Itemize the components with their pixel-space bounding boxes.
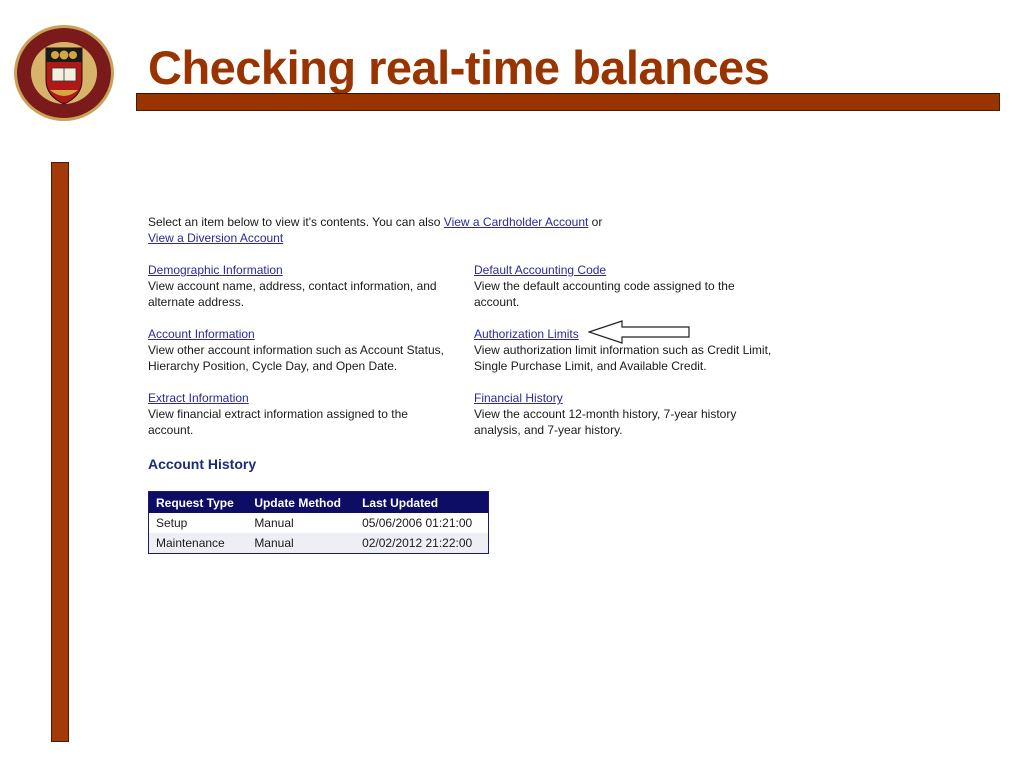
menu-item-financial-history: Financial History View the account 12-mo…	[474, 390, 770, 438]
left-accent-bar	[51, 162, 69, 742]
update-method-cell: Manual	[254, 516, 294, 530]
menu-item-extract-information: Extract Information View financial extra…	[148, 390, 448, 438]
authorization-limits-link[interactable]: Authorization Limits	[474, 327, 579, 341]
extract-information-desc: View financial extract information assig…	[148, 407, 408, 437]
column-header-last-updated: Last Updated	[355, 491, 489, 513]
account-history-heading: Account History	[148, 456, 257, 472]
table-row: Setup Manual 05/06/2006 01:21:00	[149, 513, 489, 533]
intro-or-label: or	[588, 215, 603, 229]
view-diversion-account-link[interactable]: View a Diversion Account	[148, 231, 283, 245]
menu-item-account-information: Account Information View other account i…	[148, 326, 468, 374]
financial-history-link[interactable]: Financial History	[474, 391, 563, 405]
default-accounting-code-link[interactable]: Default Accounting Code	[474, 263, 606, 277]
request-type-cell: Setup	[156, 516, 188, 530]
account-information-link[interactable]: Account Information	[148, 327, 255, 341]
extract-information-link[interactable]: Extract Information	[148, 391, 249, 405]
university-seal-icon	[14, 25, 114, 121]
default-accounting-code-desc: View the default accounting code assigne…	[474, 279, 735, 309]
account-history-table: Request Type Update Method Last Updated …	[148, 491, 489, 554]
column-header-request-type: Request Type	[148, 491, 248, 513]
intro-label: Select an item below to view it's conten…	[148, 215, 444, 229]
authorization-limits-desc: View authorization limit information suc…	[474, 343, 772, 373]
demographic-information-link[interactable]: Demographic Information	[148, 263, 283, 277]
view-cardholder-account-link[interactable]: View a Cardholder Account	[444, 215, 589, 229]
last-updated-cell: 05/06/2006 01:21:00	[362, 516, 473, 530]
slide-title: Checking real-time balances	[148, 41, 770, 94]
title-underline-bar	[136, 93, 1000, 111]
menu-item-default-accounting-code: Default Accounting Code View the default…	[474, 262, 770, 310]
last-updated-cell: 02/02/2012 21:22:00	[355, 533, 489, 554]
update-method-cell: Manual	[247, 533, 356, 554]
request-type-cell: Maintenance	[148, 533, 248, 554]
column-header-update-method: Update Method	[247, 491, 356, 513]
intro-text: Select an item below to view it's conten…	[148, 214, 708, 246]
left-arrow-icon	[588, 320, 690, 344]
demographic-information-desc: View account name, address, contact info…	[148, 279, 437, 309]
account-information-desc: View other account information such as A…	[148, 343, 444, 373]
financial-history-desc: View the account 12-month history, 7-yea…	[474, 407, 737, 437]
table-row: Maintenance Manual 02/02/2012 21:22:00	[148, 533, 489, 554]
menu-item-demographic-information: Demographic Information View account nam…	[148, 262, 448, 310]
table-header-row: Request Type Update Method Last Updated	[148, 491, 489, 513]
